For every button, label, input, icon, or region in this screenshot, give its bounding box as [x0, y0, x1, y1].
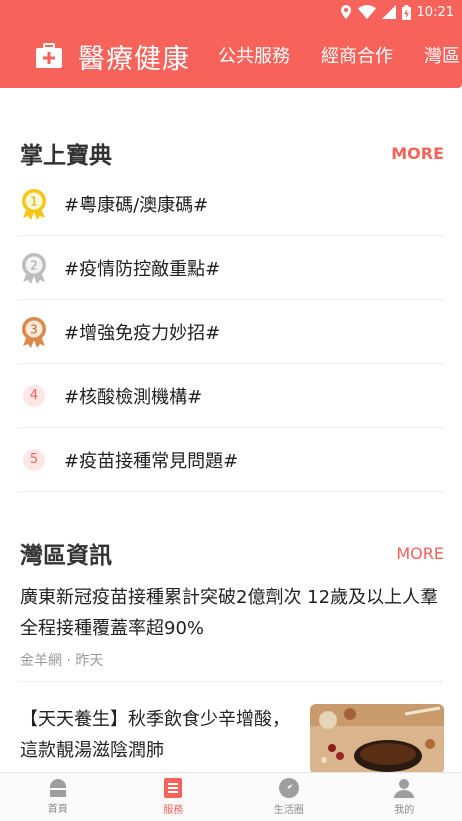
status-time: 10:21: [417, 5, 454, 20]
tab-services[interactable]: 服務: [116, 773, 232, 821]
news-title: 灣區資訊: [20, 536, 112, 570]
news-thumbnail[interactable]: [310, 704, 444, 774]
rank-number: 3: [30, 322, 38, 336]
news-more-link[interactable]: MORE: [396, 544, 444, 563]
handbook-header: 掌上寶典 MORE: [20, 136, 444, 170]
tab-label: 服務: [163, 801, 183, 816]
bronze-medal-icon: 3: [18, 316, 50, 348]
page-title: 醫療健康: [78, 37, 190, 76]
tab-label: 我的: [394, 801, 414, 816]
news-headline: 廣東新冠疫苗接種累計突破2億劑次 12歲及以上人羣全程接種覆蓋率超90%: [20, 582, 440, 644]
rank-number: 2: [30, 258, 38, 272]
signal-icon: [382, 5, 396, 19]
tab-label: 首頁: [48, 800, 68, 815]
gold-medal-icon: 1: [18, 188, 50, 220]
news-header: 灣區資訊 MORE: [20, 536, 444, 570]
handbook-more-link[interactable]: MORE: [391, 144, 444, 163]
news-headline[interactable]: 【天天養生】秋季飲食少辛增酸，這款靚湯滋陰潤肺: [20, 704, 290, 766]
compass-icon: [279, 778, 299, 798]
silver-medal-icon: 2: [18, 252, 50, 284]
rank-badge: 5: [23, 449, 45, 471]
news-meta: 金羊網 · 昨天: [20, 650, 440, 670]
status-bar: 10:21: [340, 2, 454, 22]
location-icon: [340, 5, 352, 19]
user-icon: [394, 778, 414, 798]
list-item[interactable]: 3 #增強免疫力妙招#: [18, 300, 444, 364]
list-item-label: #疫苗接種常見問題#: [64, 447, 238, 473]
tab-label: 生活圈: [274, 801, 304, 816]
nav-item-public-services[interactable]: 公共服務: [218, 42, 290, 68]
list-item[interactable]: 5 #疫苗接種常見問題#: [18, 428, 444, 492]
list-item[interactable]: 1 #粵康碼/澳康碼#: [18, 172, 444, 236]
tab-life-circle[interactable]: 生活圈: [231, 773, 347, 821]
list-item[interactable]: 4 #核酸檢測機構#: [18, 364, 444, 428]
rank-badge: 4: [23, 385, 45, 407]
handbook-list: 1 #粵康碼/澳康碼# 2 #疫情防控敵重點# 3 #增強免疫力妙招#: [18, 172, 444, 492]
home-icon: [48, 779, 68, 797]
list-item-label: #核酸檢測機構#: [64, 383, 202, 409]
list-item-label: #增強免疫力妙招#: [64, 319, 220, 345]
nav-item-greater-bay[interactable]: 灣區: [424, 42, 460, 68]
list-item[interactable]: 2 #疫情防控敵重點#: [18, 236, 444, 300]
medical-kit-icon: [34, 41, 64, 71]
handbook-title: 掌上寶典: [20, 136, 112, 170]
list-item-label: #疫情防控敵重點#: [64, 255, 220, 281]
list-item-label: #粵康碼/澳康碼#: [64, 191, 208, 217]
rank-number: 1: [30, 194, 38, 208]
battery-icon: [402, 5, 411, 20]
tab-profile[interactable]: 我的: [347, 773, 462, 821]
bottom-tab-bar: 首頁 服務 生活圈 我的: [0, 772, 462, 821]
app-header: 10:21 醫療健康 公共服務 經商合作 灣區: [0, 0, 462, 88]
divider: [18, 681, 444, 682]
tab-home[interactable]: 首頁: [0, 773, 116, 821]
news-item[interactable]: 廣東新冠疫苗接種累計突破2億劑次 12歲及以上人羣全程接種覆蓋率超90% 金羊網…: [20, 582, 440, 670]
top-nav: 公共服務 經商合作 灣區: [218, 42, 460, 68]
brand: 醫療健康: [34, 36, 190, 76]
nav-item-business-cooperation[interactable]: 經商合作: [321, 42, 393, 68]
services-icon: [164, 778, 182, 798]
news-source: 金羊網: [20, 653, 62, 669]
wifi-icon: [358, 5, 376, 19]
news-time: 昨天: [75, 653, 103, 669]
